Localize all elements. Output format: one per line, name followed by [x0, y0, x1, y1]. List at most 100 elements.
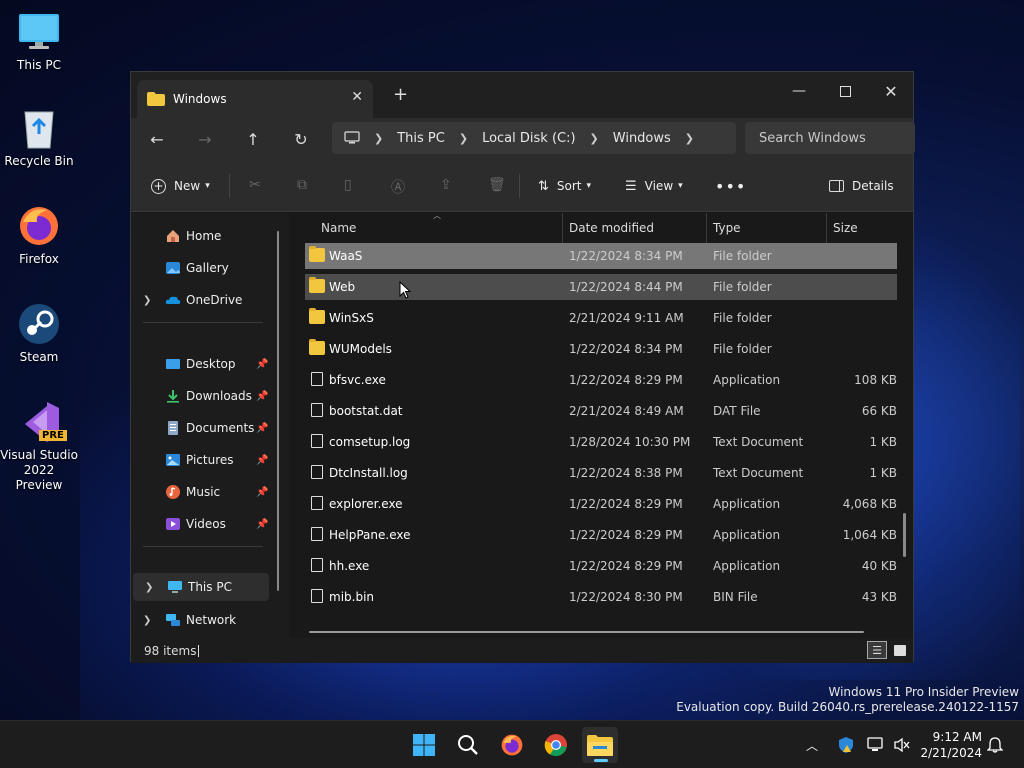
sidebar-item-this-pc[interactable]: ❯ This PC — [133, 573, 269, 601]
cut-icon[interactable]: ✂ — [249, 177, 261, 193]
desktop-icon-firefox[interactable]: Firefox — [0, 204, 78, 267]
pre-badge: PRE — [39, 430, 67, 441]
file-name: hh.exe — [329, 559, 370, 573]
sidebar-item-downloads[interactable]: Downloads 📌 — [131, 382, 271, 410]
desktop-icon-this-pc[interactable]: This PC — [0, 10, 78, 73]
taskbar-firefox[interactable] — [494, 727, 530, 763]
security-tray-icon[interactable] — [837, 721, 855, 768]
file-row[interactable]: WinSxS 2/21/2024 9:11 AM File folder — [305, 305, 897, 331]
file-row[interactable]: WUModels 1/22/2024 8:34 PM File folder — [305, 336, 897, 362]
pin-icon[interactable]: 📌 — [256, 423, 268, 434]
column-divider[interactable] — [562, 213, 563, 243]
chevron-right-icon[interactable]: ❯ — [143, 615, 151, 626]
file-row[interactable]: Web 1/22/2024 8:44 PM File folder — [305, 274, 897, 300]
taskbar-file-explorer[interactable] — [582, 727, 618, 763]
search-input[interactable]: Search Windows — [745, 122, 915, 154]
column-header-size[interactable]: Size — [833, 213, 858, 243]
file-date-modified: 1/22/2024 8:29 PM — [569, 559, 683, 573]
delete-icon[interactable]: 🗑 — [488, 177, 506, 193]
pin-icon[interactable]: 📌 — [256, 359, 268, 370]
new-label: New — [174, 179, 201, 193]
forward-arrow-icon[interactable]: → — [192, 126, 218, 152]
chevron-right-icon[interactable]: ❯ — [685, 132, 694, 145]
up-arrow-icon[interactable]: ↑ — [240, 126, 266, 152]
address-bar[interactable]: ❯ This PC ❯ Local Disk (C:) ❯ Windows ❯ — [332, 122, 736, 154]
details-button[interactable]: Details — [829, 174, 894, 198]
column-header-name[interactable]: Name — [321, 213, 356, 243]
column-divider[interactable] — [706, 213, 707, 243]
sidebar-item-music[interactable]: Music 📌 — [131, 478, 271, 506]
desktop-icon-visual-studio[interactable]: PRE Visual Studio 2022 Preview — [0, 400, 78, 493]
details-view-toggle[interactable]: ☰ — [867, 641, 887, 659]
desktop-icon-steam[interactable]: Steam — [0, 302, 78, 365]
sidebar-item-pictures[interactable]: Pictures 📌 — [131, 446, 271, 474]
taskbar-clock[interactable]: 9:12 AM 2/21/2024 — [916, 729, 982, 761]
show-hidden-icons-button[interactable]: ︿ — [806, 721, 818, 768]
new-button[interactable]: + New ▾ — [151, 174, 210, 198]
column-header-date[interactable]: Date modified — [569, 213, 654, 243]
sort-button[interactable]: ⇅ Sort ▾ — [538, 174, 591, 198]
paste-icon[interactable]: ▯ — [344, 177, 352, 193]
title-bar[interactable]: Windows ✕ + — ✕ — [131, 72, 913, 118]
sort-label: Sort — [556, 179, 582, 193]
pin-icon[interactable]: 📌 — [256, 391, 268, 402]
file-row[interactable]: explorer.exe 1/22/2024 8:29 PM Application… — [305, 491, 897, 517]
close-window-button[interactable]: ✕ — [868, 76, 914, 106]
start-button[interactable] — [406, 727, 442, 763]
horizontal-scrollbar[interactable] — [309, 631, 864, 633]
sidebar-item-documents[interactable]: Documents 📌 — [131, 414, 271, 442]
search-button[interactable] — [450, 727, 486, 763]
share-icon[interactable]: ⇪ — [440, 177, 452, 193]
see-more-button[interactable]: ••• — [715, 174, 746, 198]
file-row[interactable]: mib.bin 1/22/2024 8:30 PM BIN File 43 KB — [305, 584, 897, 610]
minimize-button[interactable]: — — [776, 76, 822, 106]
volume-tray-icon[interactable] — [893, 721, 911, 768]
details-pane-icon — [829, 180, 844, 192]
file-date-modified: 1/22/2024 8:38 PM — [569, 466, 683, 480]
notifications-button[interactable] — [987, 721, 1003, 768]
file-name: WinSxS — [329, 311, 374, 325]
file-type: File folder — [713, 280, 772, 294]
maximize-button[interactable] — [822, 76, 868, 106]
sidebar-item-gallery[interactable]: Gallery — [131, 254, 271, 282]
chevron-right-icon[interactable]: ❯ — [145, 582, 153, 593]
back-arrow-icon[interactable]: ← — [144, 126, 170, 152]
file-date-modified: 1/22/2024 8:29 PM — [569, 528, 683, 542]
network-tray-icon[interactable] — [867, 721, 885, 768]
pin-icon[interactable]: 📌 — [256, 455, 268, 466]
copy-icon[interactable]: ⧉ — [297, 177, 307, 193]
close-tab-icon[interactable]: ✕ — [351, 89, 363, 105]
desktop-icon-recycle-bin[interactable]: Recycle Bin — [0, 106, 78, 169]
vertical-scrollbar[interactable] — [903, 513, 906, 557]
file-row[interactable]: bfsvc.exe 1/22/2024 8:29 PM Application 108… — [305, 367, 897, 393]
sidebar-item-onedrive[interactable]: ❯ OneDrive — [131, 286, 271, 314]
large-icons-view-toggle[interactable] — [891, 641, 909, 659]
file-size: 43 KB — [861, 590, 897, 604]
home-icon — [167, 230, 179, 242]
new-tab-button[interactable]: + — [393, 84, 408, 105]
breadcrumb-this-pc[interactable]: This PC — [397, 131, 445, 146]
sidebar-item-videos[interactable]: Videos 📌 — [131, 510, 271, 538]
pin-icon[interactable]: 📌 — [256, 519, 268, 530]
refresh-icon[interactable]: ↻ — [288, 126, 314, 152]
file-row[interactable]: hh.exe 1/22/2024 8:29 PM Application 40 KB — [305, 553, 897, 579]
file-row[interactable]: bootstat.dat 2/21/2024 8:49 AM DAT File 66 … — [305, 398, 897, 424]
file-row[interactable]: comsetup.log 1/28/2024 10:30 PM Text Docum… — [305, 429, 897, 455]
file-row[interactable]: HelpPane.exe 1/22/2024 8:29 PM Application… — [305, 522, 897, 548]
sidebar-item-desktop[interactable]: Desktop 📌 — [131, 350, 271, 378]
column-divider[interactable] — [826, 213, 827, 243]
tab-windows[interactable]: Windows ✕ — [137, 80, 373, 118]
sidebar-item-network[interactable]: ❯ Network — [131, 606, 271, 634]
rename-icon[interactable]: Ⓐ — [391, 177, 405, 197]
chevron-right-icon[interactable]: ❯ — [143, 295, 151, 306]
taskbar-chrome[interactable] — [538, 727, 574, 763]
breadcrumb-local-disk[interactable]: Local Disk (C:) — [482, 131, 575, 146]
navpane-scrollbar[interactable] — [277, 231, 279, 591]
pin-icon[interactable]: 📌 — [256, 487, 268, 498]
file-row[interactable]: DtcInstall.log 1/22/2024 8:38 PM Text Docu… — [305, 460, 897, 486]
sidebar-item-home[interactable]: Home — [131, 222, 271, 250]
file-row[interactable]: WaaS 1/22/2024 8:34 PM File folder — [305, 243, 897, 269]
breadcrumb-windows[interactable]: Windows — [613, 131, 671, 146]
view-button[interactable]: ☰ View ▾ — [625, 174, 683, 198]
column-header-type[interactable]: Type — [713, 213, 741, 243]
